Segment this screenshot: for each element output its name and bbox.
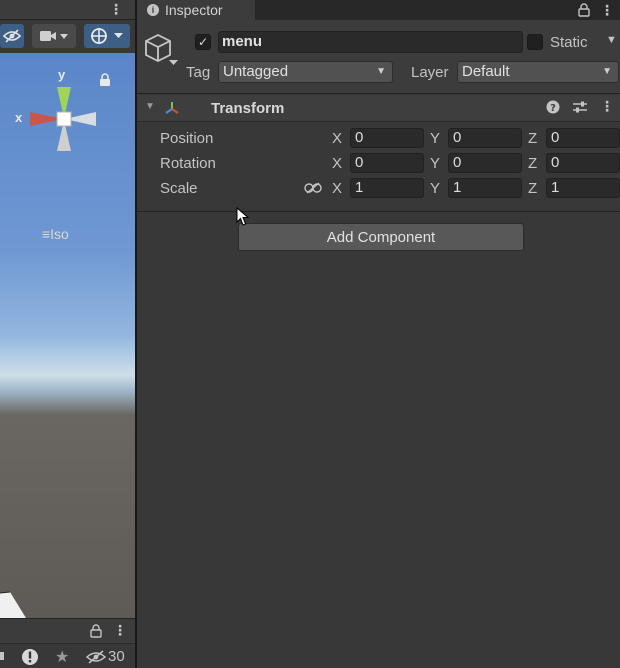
position-y-axis[interactable]: Y (430, 130, 440, 147)
gizmo-y-label: y (58, 67, 66, 82)
scale-z-axis[interactable]: Z (528, 180, 537, 197)
position-x-field[interactable]: 0 (350, 128, 424, 148)
svg-text:?: ? (550, 103, 556, 114)
foldout-arrow-icon[interactable]: ▼ (145, 101, 155, 112)
static-dropdown-icon[interactable]: ▼ (606, 34, 617, 46)
component-menu-icon[interactable]: ⋮ (600, 98, 614, 115)
rotation-x-axis[interactable]: X (332, 155, 342, 172)
camera-icon (40, 31, 68, 41)
eye-hidden-icon (3, 29, 21, 43)
object-name-field[interactable]: menu (218, 31, 523, 53)
orientation-gizmo[interactable] (28, 83, 100, 155)
rotation-x-field[interactable]: 0 (350, 153, 424, 173)
unlinked-scale-icon[interactable] (304, 182, 322, 194)
console-status-bar: ★ 30 (0, 643, 135, 668)
chevron-down-icon: ▼ (602, 66, 612, 77)
tab-inspector-label: Inspector (165, 2, 223, 18)
presets-sliders-icon[interactable] (572, 100, 588, 114)
position-y-field[interactable]: 0 (448, 128, 522, 148)
message-icon[interactable] (0, 650, 6, 664)
projection-toggle[interactable]: ≡Iso (42, 226, 69, 242)
scene-menu-icon[interactable]: ⋮ (109, 0, 123, 18)
tab-actions: ⋮ (578, 0, 614, 20)
hidden-objects-count: 30 (108, 648, 125, 665)
tab-inspector[interactable]: i Inspector (137, 0, 255, 20)
position-z-axis[interactable]: Z (528, 130, 537, 147)
scene-object-mesh[interactable] (0, 588, 30, 618)
scene-toolbar (0, 20, 135, 53)
scene-view-panel: ⋮ y x ≡Iso ⋮ ★ 30 (0, 0, 135, 668)
inspector-menu-icon[interactable]: ⋮ (600, 2, 614, 19)
tag-label: Tag (186, 64, 211, 81)
scene-viewport[interactable]: y x ≡Iso (0, 53, 135, 618)
favorite-star-icon[interactable]: ★ (55, 647, 69, 667)
position-z-field[interactable]: 0 (546, 128, 620, 148)
rotation-y-field[interactable]: 0 (448, 153, 522, 173)
rotation-y-axis[interactable]: Y (430, 155, 440, 172)
gameobject-cube-icon[interactable] (144, 32, 180, 68)
rotation-z-axis[interactable]: Z (528, 155, 537, 172)
scale-label: Scale (160, 180, 198, 197)
position-label: Position (160, 130, 214, 147)
hierarchy-tab-bar: ⋮ (0, 618, 135, 643)
lock-icon[interactable] (578, 3, 590, 17)
tag-value: Untagged (223, 63, 289, 80)
info-icon: i (147, 4, 159, 16)
scale-y-field[interactable]: 1 (448, 178, 522, 198)
tag-dropdown[interactable]: Untagged ▼ (218, 61, 393, 83)
rotation-label: Rotation (160, 155, 216, 172)
inspector-tab-bar: i Inspector ⋮ (137, 0, 620, 20)
panel-menu-icon[interactable]: ⋮ (113, 622, 127, 639)
active-checkbox[interactable]: ✓ (195, 34, 211, 50)
position-x-axis[interactable]: X (332, 130, 342, 147)
projection-label: Iso (50, 226, 69, 242)
inspector-panel: i Inspector ⋮ ✓ menu Static ▼ Tag Untagg… (137, 0, 620, 668)
hidden-objects-icon[interactable] (86, 650, 106, 664)
error-icon[interactable] (21, 648, 39, 666)
menu-lines-icon: ≡ (42, 226, 51, 242)
add-component-button[interactable]: Add Component (238, 223, 524, 251)
scale-z-field[interactable]: 1 (546, 178, 620, 198)
scene-tab-bar: ⋮ (0, 0, 135, 20)
layer-label: Layer (411, 64, 449, 81)
static-checkbox[interactable] (527, 34, 543, 50)
rotation-z-field[interactable]: 0 (546, 153, 620, 173)
gizmo-x-label: x (15, 110, 23, 125)
component-separator (137, 211, 620, 212)
scale-x-axis[interactable]: X (332, 180, 342, 197)
gizmos-dropdown[interactable] (84, 24, 130, 48)
gameobject-header: ✓ menu Static ▼ Tag Untagged ▼ Layer Def… (137, 20, 620, 94)
scene-visibility-toggle[interactable] (0, 24, 24, 48)
mouse-cursor-icon (236, 207, 250, 226)
static-label: Static (550, 34, 588, 51)
transform-icon (165, 102, 179, 114)
chevron-down-icon: ▼ (376, 66, 386, 77)
scale-x-field[interactable]: 1 (350, 178, 424, 198)
component-actions: ? ⋮ (546, 98, 614, 115)
scale-y-axis[interactable]: Y (430, 180, 440, 197)
layer-dropdown[interactable]: Default ▼ (457, 61, 619, 83)
gizmo-globe-icon (91, 28, 123, 44)
lock-icon[interactable] (99, 73, 111, 87)
unity-editor-window: ⋮ y x ≡Iso ⋮ ★ 30 i Inspector ⋮ ✓ menu S… (0, 0, 620, 668)
transform-title: Transform (211, 100, 285, 117)
transform-component-header[interactable]: ▼ Transform ? ⋮ (137, 95, 620, 122)
lock-icon[interactable] (90, 624, 102, 638)
help-icon[interactable]: ? (546, 100, 560, 114)
layer-value: Default (462, 63, 510, 80)
camera-settings-dropdown[interactable] (32, 24, 76, 48)
